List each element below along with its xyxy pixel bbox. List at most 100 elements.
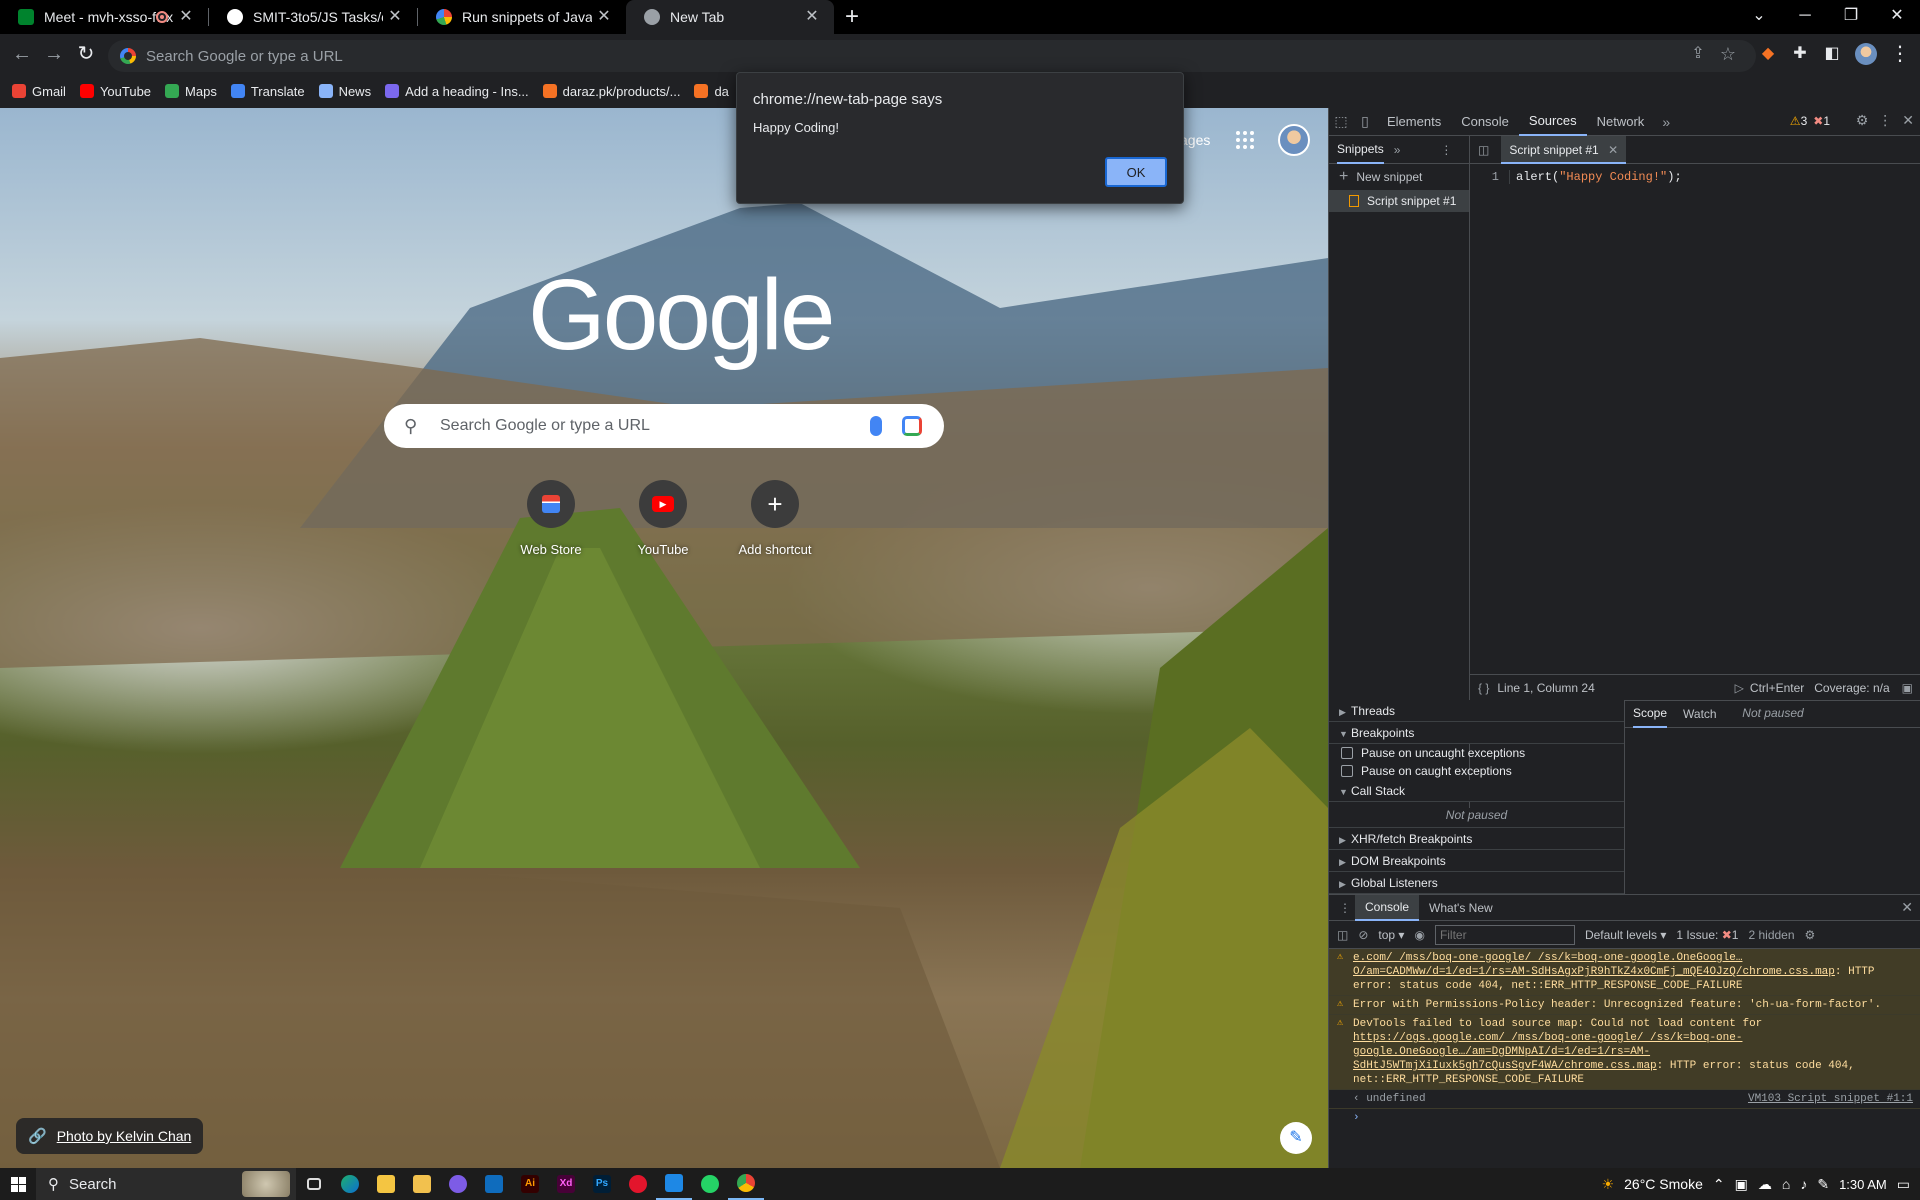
taskbar-search[interactable]: ⚲ Search (36, 1168, 296, 1200)
mail-icon[interactable] (476, 1168, 512, 1200)
restore-button[interactable]: ❐ (1828, 0, 1874, 32)
toggle-navigator-icon[interactable]: ◫ (1478, 143, 1489, 157)
ntp-search-box[interactable]: ⚲ Search Google or type a URL (384, 404, 944, 448)
pen-icon[interactable]: ✎ (1817, 1176, 1829, 1193)
more-nav-tabs-icon[interactable]: » (1394, 143, 1401, 157)
notifications-icon[interactable]: ▭ (1897, 1176, 1910, 1193)
voice-search-icon[interactable] (870, 416, 882, 436)
tab-snippets[interactable]: Snippets (1337, 136, 1384, 164)
bookmark-youtube[interactable]: YouTube (79, 84, 151, 99)
new-tab-button[interactable]: + (834, 0, 870, 34)
bookmark-daraz[interactable]: daraz.pk/products/... (542, 84, 680, 99)
section-breakpoints[interactable]: ▼ Breakpoints (1329, 722, 1624, 744)
issues-button[interactable]: 1 Issue: ✖1 (1676, 928, 1738, 942)
shortcut-add[interactable]: + Add shortcut (719, 480, 831, 557)
xd-icon[interactable]: Xd (548, 1168, 584, 1200)
volume-icon[interactable]: ♪ (1800, 1176, 1807, 1192)
tab-close-icon[interactable]: ✕ (385, 7, 405, 27)
vscode-icon[interactable] (656, 1168, 692, 1200)
onedrive-cloud-icon[interactable]: ☁ (1758, 1176, 1772, 1193)
tab-new-tab[interactable]: New Tab ✕ (626, 0, 834, 34)
chrome-icon[interactable] (728, 1168, 764, 1200)
shortcut-web-store[interactable]: Web Store (495, 480, 607, 557)
editor-tab-snippet[interactable]: Script snippet #1 ✕ (1501, 135, 1627, 164)
back-arrow-icon[interactable]: ← (8, 40, 36, 68)
bookmark-maps[interactable]: Maps (165, 84, 217, 99)
tab-close-icon[interactable]: ✕ (594, 7, 614, 27)
more-tabs-icon[interactable]: » (1654, 114, 1678, 130)
drawer-close-icon[interactable]: ✕ (1901, 899, 1913, 916)
console-sidebar-icon[interactable]: ◫ (1337, 928, 1348, 942)
section-threads[interactable]: ▶ Threads (1329, 700, 1624, 722)
source-link[interactable]: VM103 Script snippet #1:1 (1748, 1092, 1913, 1106)
extension-icon[interactable]: ◆ (1754, 40, 1782, 68)
bookmark-news[interactable]: News (318, 84, 371, 99)
devtools-menu-icon[interactable]: ⋮ (1878, 112, 1892, 129)
photo-credit-link[interactable]: 🔗 Photo by Kelvin Chan (16, 1118, 204, 1154)
bookmark-daraz-2[interactable]: da (694, 84, 729, 99)
ok-button[interactable]: OK (1105, 157, 1167, 187)
weather-icon[interactable]: ☀ (1602, 1176, 1615, 1193)
photoshop-icon[interactable]: Ps (584, 1168, 620, 1200)
tray-chevron-icon[interactable]: ⌃ (1713, 1176, 1725, 1193)
close-window-button[interactable]: ✕ (1874, 0, 1920, 32)
new-snippet-button[interactable]: + New snippet (1329, 164, 1469, 190)
console-filter-input[interactable] (1434, 924, 1575, 945)
edge-icon[interactable] (332, 1168, 368, 1200)
omnibox[interactable]: Search Google or type a URL (108, 40, 1756, 72)
coverage-icon[interactable]: ▣ (1902, 681, 1913, 695)
code-editor[interactable]: 1 alert("Happy Coding!"); (1470, 170, 1920, 184)
tab-run-snippets[interactable]: Run snippets of JavaScript - Chro ✕ (418, 0, 626, 34)
section-global-listeners[interactable]: ▶ Global Listeners (1329, 872, 1624, 894)
pause-uncaught-checkbox[interactable]: Pause on uncaught exceptions (1329, 744, 1624, 762)
live-expression-eye-icon[interactable]: ◉ (1414, 928, 1424, 942)
checkbox[interactable] (1341, 765, 1353, 777)
tab-console[interactable]: Console (1451, 108, 1519, 136)
bookmark-star-icon[interactable]: ☆ (1714, 40, 1742, 68)
clock[interactable]: 1:30 AM (1839, 1177, 1887, 1192)
opera-icon[interactable] (620, 1168, 656, 1200)
tab-search-icon[interactable]: ⌄ (1736, 0, 1782, 32)
minimize-button[interactable]: ─ (1782, 0, 1828, 32)
google-apps-icon[interactable] (1236, 131, 1254, 149)
drawer-menu-icon[interactable]: ⋮ (1339, 901, 1351, 915)
forward-arrow-icon[interactable]: → (40, 40, 68, 68)
drawer-tab-whats-new[interactable]: What's New (1419, 896, 1503, 920)
illustrator-icon[interactable]: Ai (512, 1168, 548, 1200)
tab-meet[interactable]: Meet - mvh-xsso-fwx ✕ (0, 0, 208, 34)
devtools-close-icon[interactable]: ✕ (1902, 112, 1914, 129)
tab-sources[interactable]: Sources (1518, 108, 1587, 136)
snippet-list-item[interactable]: Script snippet #1 (1329, 190, 1469, 212)
context-selector[interactable]: top ▾ (1378, 928, 1404, 942)
nav-menu-icon[interactable]: ⋮ (1440, 143, 1452, 157)
shortcut-youtube[interactable]: ▶ YouTube (607, 480, 719, 557)
pretty-print-icon[interactable]: { } (1478, 681, 1489, 695)
task-view-icon[interactable] (296, 1168, 332, 1200)
bookmark-add-heading[interactable]: Add a heading - Ins... (385, 84, 529, 99)
file-explorer-icon[interactable] (368, 1168, 404, 1200)
console-settings-gear-icon[interactable]: ⚙ (1805, 928, 1816, 942)
tab-elements[interactable]: Elements (1377, 108, 1451, 136)
ntp-profile-avatar[interactable] (1278, 124, 1310, 156)
inspect-element-icon[interactable]: ⬚ (1329, 113, 1353, 130)
bookmark-translate[interactable]: Translate (230, 84, 305, 99)
tab-network[interactable]: Network (1587, 108, 1655, 136)
pause-caught-checkbox[interactable]: Pause on caught exceptions (1329, 762, 1624, 780)
google-lens-icon[interactable] (902, 416, 922, 436)
profile-avatar[interactable] (1852, 40, 1880, 68)
log-levels-dropdown[interactable]: Default levels ▾ (1585, 928, 1666, 942)
customize-pencil-icon[interactable]: ✎ (1280, 1122, 1312, 1154)
network-icon[interactable]: ⌂ (1782, 1176, 1790, 1192)
chrome-menu-icon[interactable]: ⋮ (1886, 40, 1914, 68)
device-toolbar-icon[interactable]: ▯ (1353, 113, 1377, 130)
reload-icon[interactable]: ↻ (72, 40, 100, 68)
windows-start-icon[interactable] (0, 1168, 36, 1200)
run-icon[interactable]: ▷ (1735, 681, 1744, 695)
side-panel-icon[interactable]: ◧ (1818, 40, 1846, 68)
extensions-puzzle-icon[interactable]: ✚ (1786, 40, 1814, 68)
images-link[interactable]: ages (1180, 132, 1210, 148)
store-icon[interactable] (404, 1168, 440, 1200)
app-icon[interactable] (440, 1168, 476, 1200)
whatsapp-icon[interactable] (692, 1168, 728, 1200)
section-xhr-breakpoints[interactable]: ▶ XHR/fetch Breakpoints (1329, 828, 1624, 850)
